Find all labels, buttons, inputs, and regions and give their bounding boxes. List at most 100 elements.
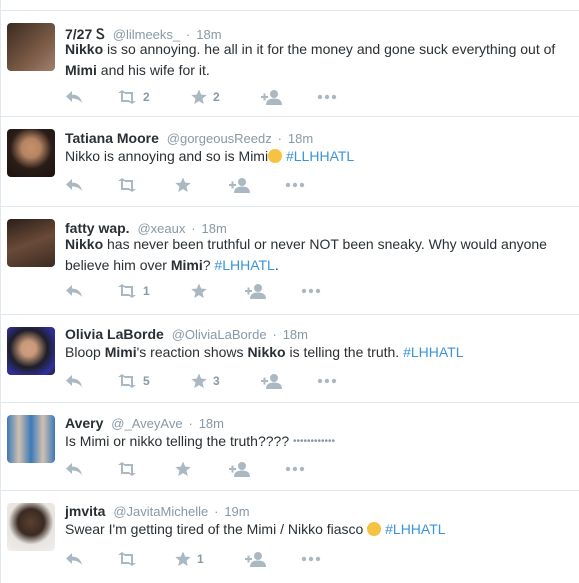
more-button[interactable] bbox=[285, 175, 305, 195]
reply-button[interactable] bbox=[65, 549, 83, 569]
more-button[interactable] bbox=[317, 87, 337, 107]
favorite-star-icon bbox=[191, 373, 207, 388]
more-button[interactable] bbox=[301, 549, 321, 569]
reply-button[interactable] bbox=[65, 175, 83, 195]
user-handle[interactable]: @OliviaLaBorde bbox=[172, 327, 267, 342]
avatar[interactable] bbox=[7, 129, 55, 177]
follow-icon bbox=[245, 552, 266, 567]
tweet[interactable]: Olivia LaBorde @OliviaLaBorde · 18m Bloo… bbox=[1, 314, 579, 400]
more-icon bbox=[317, 378, 337, 384]
favorite-star-icon bbox=[175, 551, 191, 566]
reply-button[interactable] bbox=[65, 459, 83, 479]
follow-button[interactable] bbox=[261, 371, 283, 391]
follow-button[interactable] bbox=[229, 175, 251, 195]
follow-button[interactable] bbox=[261, 87, 283, 107]
tweet-actions: 5 3 bbox=[65, 371, 365, 391]
tweet[interactable]: jmvita @JavitaMichelle · 19m Swear I'm g… bbox=[1, 490, 579, 583]
favorite-star-icon bbox=[191, 89, 207, 104]
retweet-button[interactable] bbox=[117, 549, 143, 569]
user-handle[interactable]: @_AveyAve bbox=[111, 416, 182, 431]
avatar[interactable] bbox=[7, 23, 55, 71]
avatar[interactable] bbox=[7, 415, 55, 463]
reply-button[interactable] bbox=[65, 371, 83, 391]
user-handle[interactable]: @gorgeousReedz bbox=[167, 131, 272, 146]
more-button[interactable] bbox=[301, 281, 321, 301]
retweet-button[interactable] bbox=[117, 175, 143, 195]
hashtag-link[interactable]: #LHHATL bbox=[385, 521, 445, 537]
reply-button[interactable] bbox=[65, 281, 83, 301]
tweet-feed: 7/27 Ꮪ @lilmeeks_ · 18m Nikko is so anno… bbox=[0, 0, 579, 583]
tweet[interactable]: Tatiana Moore @gorgeousReedz · 18m Nikko… bbox=[1, 116, 579, 206]
retweet-icon bbox=[118, 374, 136, 388]
display-name[interactable]: Tatiana Moore bbox=[65, 130, 159, 146]
retweet-count: 5 bbox=[143, 374, 150, 388]
favorite-button[interactable] bbox=[175, 175, 197, 195]
favorite-button[interactable] bbox=[175, 459, 197, 479]
tweet-actions: 1 bbox=[65, 549, 365, 569]
user-handle[interactable]: @JavitaMichelle bbox=[113, 504, 208, 519]
follow-button[interactable] bbox=[229, 459, 251, 479]
favorite-count: 3 bbox=[213, 374, 220, 388]
display-name[interactable]: Avery bbox=[65, 415, 103, 431]
hashtag-link[interactable]: #LLHHATL bbox=[286, 148, 354, 164]
more-icon bbox=[285, 466, 305, 472]
more-icon bbox=[317, 94, 337, 100]
tweet[interactable]: fatty wap. @xeaux · 18m Nikko has never … bbox=[1, 206, 579, 310]
tweet-text: Nikko is annoying and so is Mimi #LLHHAT… bbox=[65, 148, 355, 164]
reply-icon bbox=[66, 91, 82, 103]
favorite-star-icon bbox=[175, 177, 191, 192]
timestamp[interactable]: 18m bbox=[199, 416, 224, 431]
follow-button[interactable] bbox=[245, 549, 267, 569]
tweet-text: Bloop Mimi's reaction shows Nikko is tel… bbox=[65, 344, 464, 360]
reply-icon bbox=[66, 553, 82, 565]
follow-button[interactable] bbox=[245, 281, 267, 301]
retweet-icon bbox=[118, 552, 136, 566]
hashtag-link[interactable]: #LHHATL bbox=[214, 257, 274, 273]
retweet-icon bbox=[118, 178, 136, 192]
timestamp[interactable]: 18m bbox=[288, 131, 313, 146]
tweet[interactable]: Avery @_AveyAve · 18m Is Mimi or nikko t… bbox=[1, 402, 579, 488]
retweet-button[interactable]: 1 bbox=[117, 281, 150, 301]
reply-button[interactable] bbox=[65, 87, 83, 107]
more-button[interactable] bbox=[285, 459, 305, 479]
hashtag-link[interactable]: #LHHATL bbox=[403, 344, 463, 360]
retweet-count: 1 bbox=[143, 284, 150, 298]
avatar[interactable] bbox=[7, 219, 55, 267]
favorite-button[interactable]: 2 bbox=[191, 87, 220, 107]
follow-icon bbox=[229, 462, 250, 477]
separator: · bbox=[272, 327, 277, 342]
favorite-star-icon bbox=[191, 283, 207, 298]
reply-icon bbox=[66, 285, 82, 297]
more-button[interactable] bbox=[317, 371, 337, 391]
tweet[interactable]: 7/27 Ꮪ @lilmeeks_ · 18m Nikko is so anno… bbox=[1, 10, 579, 110]
timestamp[interactable]: 18m bbox=[283, 327, 308, 342]
display-name[interactable]: jmvita bbox=[65, 503, 105, 519]
reply-icon bbox=[66, 375, 82, 387]
weary-face-emoji bbox=[268, 149, 283, 163]
more-icon bbox=[301, 288, 321, 294]
follow-icon bbox=[261, 374, 282, 389]
follow-icon bbox=[245, 284, 266, 299]
favorite-button[interactable] bbox=[191, 281, 213, 301]
avatar[interactable] bbox=[7, 503, 55, 551]
unamused-face-emoji bbox=[367, 522, 382, 536]
follow-icon bbox=[261, 90, 282, 105]
retweet-count: 2 bbox=[143, 90, 150, 104]
favorite-count: 2 bbox=[213, 90, 220, 104]
retweet-icon bbox=[118, 462, 136, 476]
tweet-text: Is Mimi or nikko telling the truth???? •… bbox=[65, 433, 336, 449]
retweet-button[interactable]: 5 bbox=[117, 371, 150, 391]
more-icon bbox=[285, 182, 305, 188]
display-name[interactable]: Olivia LaBorde bbox=[65, 326, 164, 342]
tweet-text: Swear I'm getting tired of the Mimi / Ni… bbox=[65, 521, 446, 537]
retweet-button[interactable] bbox=[117, 459, 143, 479]
favorite-button[interactable]: 1 bbox=[175, 549, 204, 569]
avatar[interactable] bbox=[7, 327, 55, 375]
retweet-button[interactable]: 2 bbox=[117, 87, 150, 107]
follow-icon bbox=[229, 178, 250, 193]
favorite-button[interactable]: 3 bbox=[191, 371, 220, 391]
retweet-icon bbox=[118, 284, 136, 298]
reply-icon bbox=[66, 463, 82, 475]
tweet-text: Nikko is so annoying. he all in it for t… bbox=[65, 41, 556, 78]
timestamp[interactable]: 19m bbox=[224, 504, 249, 519]
